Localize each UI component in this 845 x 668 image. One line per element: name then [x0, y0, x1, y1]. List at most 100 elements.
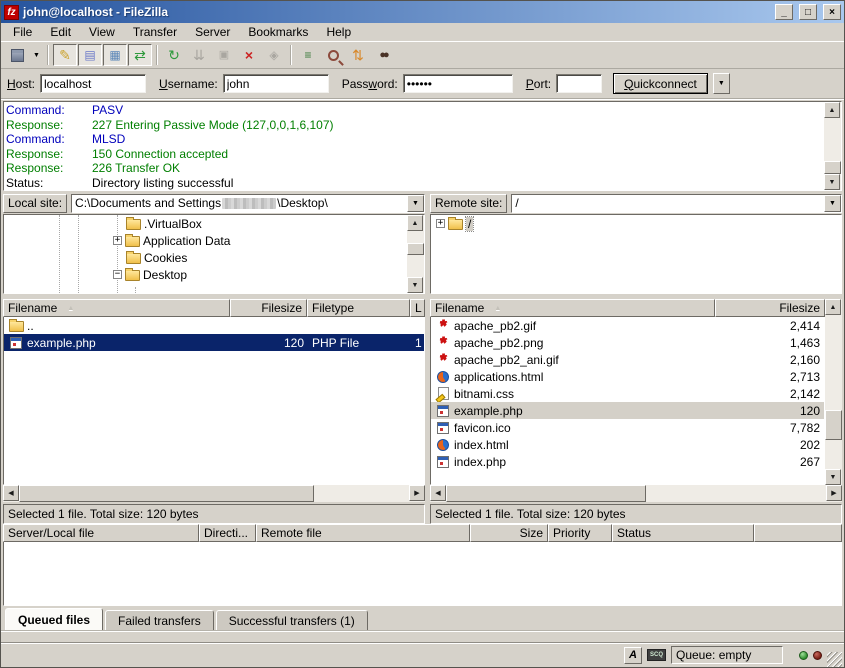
- queue-header: Server/Local file Directi... Remote file…: [3, 524, 842, 542]
- menu-view[interactable]: View: [81, 24, 123, 40]
- combo-dropdown-icon[interactable]: ▼: [407, 195, 424, 212]
- scroll-left-icon[interactable]: ◀: [430, 485, 446, 501]
- tree-item-root[interactable]: + /: [431, 215, 841, 232]
- disconnect-button[interactable]: ×: [237, 44, 261, 66]
- scroll-left-icon[interactable]: ◀: [3, 485, 19, 501]
- tab-failed-transfers[interactable]: Failed transfers: [105, 610, 214, 630]
- tab-queued-files[interactable]: Queued files: [5, 608, 103, 630]
- scroll-down-icon[interactable]: ▼: [407, 277, 423, 293]
- tab-successful-transfers[interactable]: Successful transfers (1): [216, 610, 368, 630]
- tree-item-virtualbox[interactable]: .VirtualBox: [4, 215, 407, 232]
- column-header-size[interactable]: Size: [470, 524, 548, 542]
- synchronized-browsing-button[interactable]: ⇅: [346, 44, 370, 66]
- resize-grip[interactable]: [827, 652, 842, 667]
- remote-file-row[interactable]: apache_pb2.gif 2,414: [431, 317, 824, 334]
- remote-file-row-selected[interactable]: example.php 120: [431, 402, 824, 419]
- port-input[interactable]: [556, 74, 602, 93]
- scroll-up-icon[interactable]: ▲: [824, 102, 840, 118]
- log-line: Status:Directory listing successful: [6, 176, 822, 191]
- username-input[interactable]: [223, 74, 329, 93]
- scroll-thumb[interactable]: [446, 485, 646, 502]
- toggle-queue-button[interactable]: ⇄: [128, 44, 152, 66]
- column-header-status[interactable]: Status: [612, 524, 754, 542]
- scroll-down-icon[interactable]: ▼: [825, 469, 841, 485]
- scroll-thumb[interactable]: [825, 410, 842, 440]
- menu-edit[interactable]: Edit: [42, 24, 79, 40]
- reconnect-button[interactable]: ◈: [262, 44, 286, 66]
- menu-file[interactable]: File: [5, 24, 40, 40]
- process-queue-button[interactable]: ⇊: [187, 44, 211, 66]
- menu-server[interactable]: Server: [187, 24, 238, 40]
- column-header-filetype[interactable]: Filetype: [307, 299, 410, 317]
- remote-horizontal-scrollbar[interactable]: ◀ ▶: [430, 485, 842, 502]
- remote-vertical-scrollbar[interactable]: ▲ ▼: [825, 299, 842, 485]
- filezilla-app-icon[interactable]: fz: [4, 5, 19, 20]
- toggle-remote-tree-button[interactable]: ▦: [103, 44, 127, 66]
- minimize-button[interactable]: _: [775, 4, 793, 20]
- find-files-button[interactable]: ●●: [371, 44, 395, 66]
- collapse-icon[interactable]: −: [113, 270, 122, 279]
- local-file-row-parent[interactable]: ..: [4, 317, 424, 334]
- quickconnect-dropdown[interactable]: ▼: [713, 73, 730, 94]
- column-header-filename[interactable]: Filename▲: [430, 299, 715, 317]
- local-tree-scrollbar[interactable]: ▲ ▼: [407, 215, 424, 293]
- cancel-icon: ▣: [219, 50, 229, 61]
- remote-file-row[interactable]: favicon.ico 7,782: [431, 419, 824, 436]
- scroll-right-icon[interactable]: ▶: [826, 485, 842, 501]
- toggle-message-log-button[interactable]: ✎: [53, 44, 77, 66]
- toggle-local-tree-button[interactable]: ▤: [78, 44, 102, 66]
- scroll-up-icon[interactable]: ▲: [825, 299, 841, 315]
- column-header-modified[interactable]: L: [410, 299, 425, 317]
- column-header-filename[interactable]: Filename▲: [3, 299, 230, 317]
- column-header-filesize[interactable]: Filesize: [230, 299, 307, 317]
- maximize-button[interactable]: □: [799, 4, 817, 20]
- password-input[interactable]: [403, 74, 513, 93]
- menu-help[interactable]: Help: [318, 24, 359, 40]
- site-manager-dropdown[interactable]: ▼: [30, 44, 43, 66]
- redacted-username: [222, 198, 276, 209]
- column-header-remote-file[interactable]: Remote file: [256, 524, 470, 542]
- menu-transfer[interactable]: Transfer: [125, 24, 185, 40]
- remote-file-row[interactable]: applications.html 2,713: [431, 368, 824, 385]
- directory-comparison-button[interactable]: [321, 44, 345, 66]
- remote-file-row[interactable]: apache_pb2_ani.gif 2,160: [431, 351, 824, 368]
- local-file-row-example-php[interactable]: example.php 120 PHP File 1: [4, 334, 424, 351]
- local-site-combo[interactable]: C:\Documents and Settings\Desktop\ ▼: [71, 194, 425, 213]
- remote-file-row[interactable]: index.php 267: [431, 453, 824, 470]
- column-header-filesize[interactable]: Filesize: [715, 299, 825, 317]
- remote-site-combo[interactable]: / ▼: [511, 194, 842, 213]
- host-input[interactable]: [40, 74, 146, 93]
- cancel-operation-button[interactable]: ▣: [212, 44, 236, 66]
- scroll-up-icon[interactable]: ▲: [407, 215, 423, 231]
- refresh-button[interactable]: ↻: [162, 44, 186, 66]
- remote-file-row[interactable]: bitnami.css 2,142: [431, 385, 824, 402]
- tree-item-cookies[interactable]: Cookies: [4, 249, 407, 266]
- expand-icon[interactable]: +: [113, 236, 122, 245]
- transfer-type-indicator[interactable]: A: [624, 647, 642, 664]
- combo-dropdown-icon[interactable]: ▼: [824, 195, 841, 212]
- scroll-thumb[interactable]: [19, 485, 314, 502]
- queue-list-area[interactable]: [3, 542, 842, 606]
- scroll-track[interactable]: [824, 118, 841, 161]
- log-vertical-scrollbar[interactable]: ▲ ▼: [824, 102, 841, 190]
- scroll-thumb[interactable]: [407, 243, 424, 255]
- close-button[interactable]: ×: [823, 4, 841, 20]
- quickconnect-button[interactable]: Quickconnect: [613, 73, 708, 94]
- site-manager-button[interactable]: [5, 44, 29, 66]
- title-bar[interactable]: fz john@localhost - FileZilla _ □ ×: [1, 1, 844, 23]
- remote-file-row[interactable]: index.html 202: [431, 436, 824, 453]
- tree-item-desktop[interactable]: − Desktop: [4, 266, 407, 283]
- apache-feather-icon: [435, 336, 451, 350]
- column-header-direction[interactable]: Directi...: [199, 524, 256, 542]
- scroll-down-icon[interactable]: ▼: [824, 174, 840, 190]
- menu-bookmarks[interactable]: Bookmarks: [240, 24, 316, 40]
- column-header-server-local-file[interactable]: Server/Local file: [3, 524, 199, 542]
- remote-file-row[interactable]: apache_pb2.png 1,463: [431, 334, 824, 351]
- scroll-right-icon[interactable]: ▶: [409, 485, 425, 501]
- tree-item-application-data[interactable]: + Application Data: [4, 232, 407, 249]
- expand-icon[interactable]: +: [436, 219, 445, 228]
- filter-button[interactable]: ≡: [296, 44, 320, 66]
- local-horizontal-scrollbar[interactable]: ◀ ▶: [3, 485, 425, 502]
- column-header-priority[interactable]: Priority: [548, 524, 612, 542]
- scroll-thumb[interactable]: [824, 161, 841, 174]
